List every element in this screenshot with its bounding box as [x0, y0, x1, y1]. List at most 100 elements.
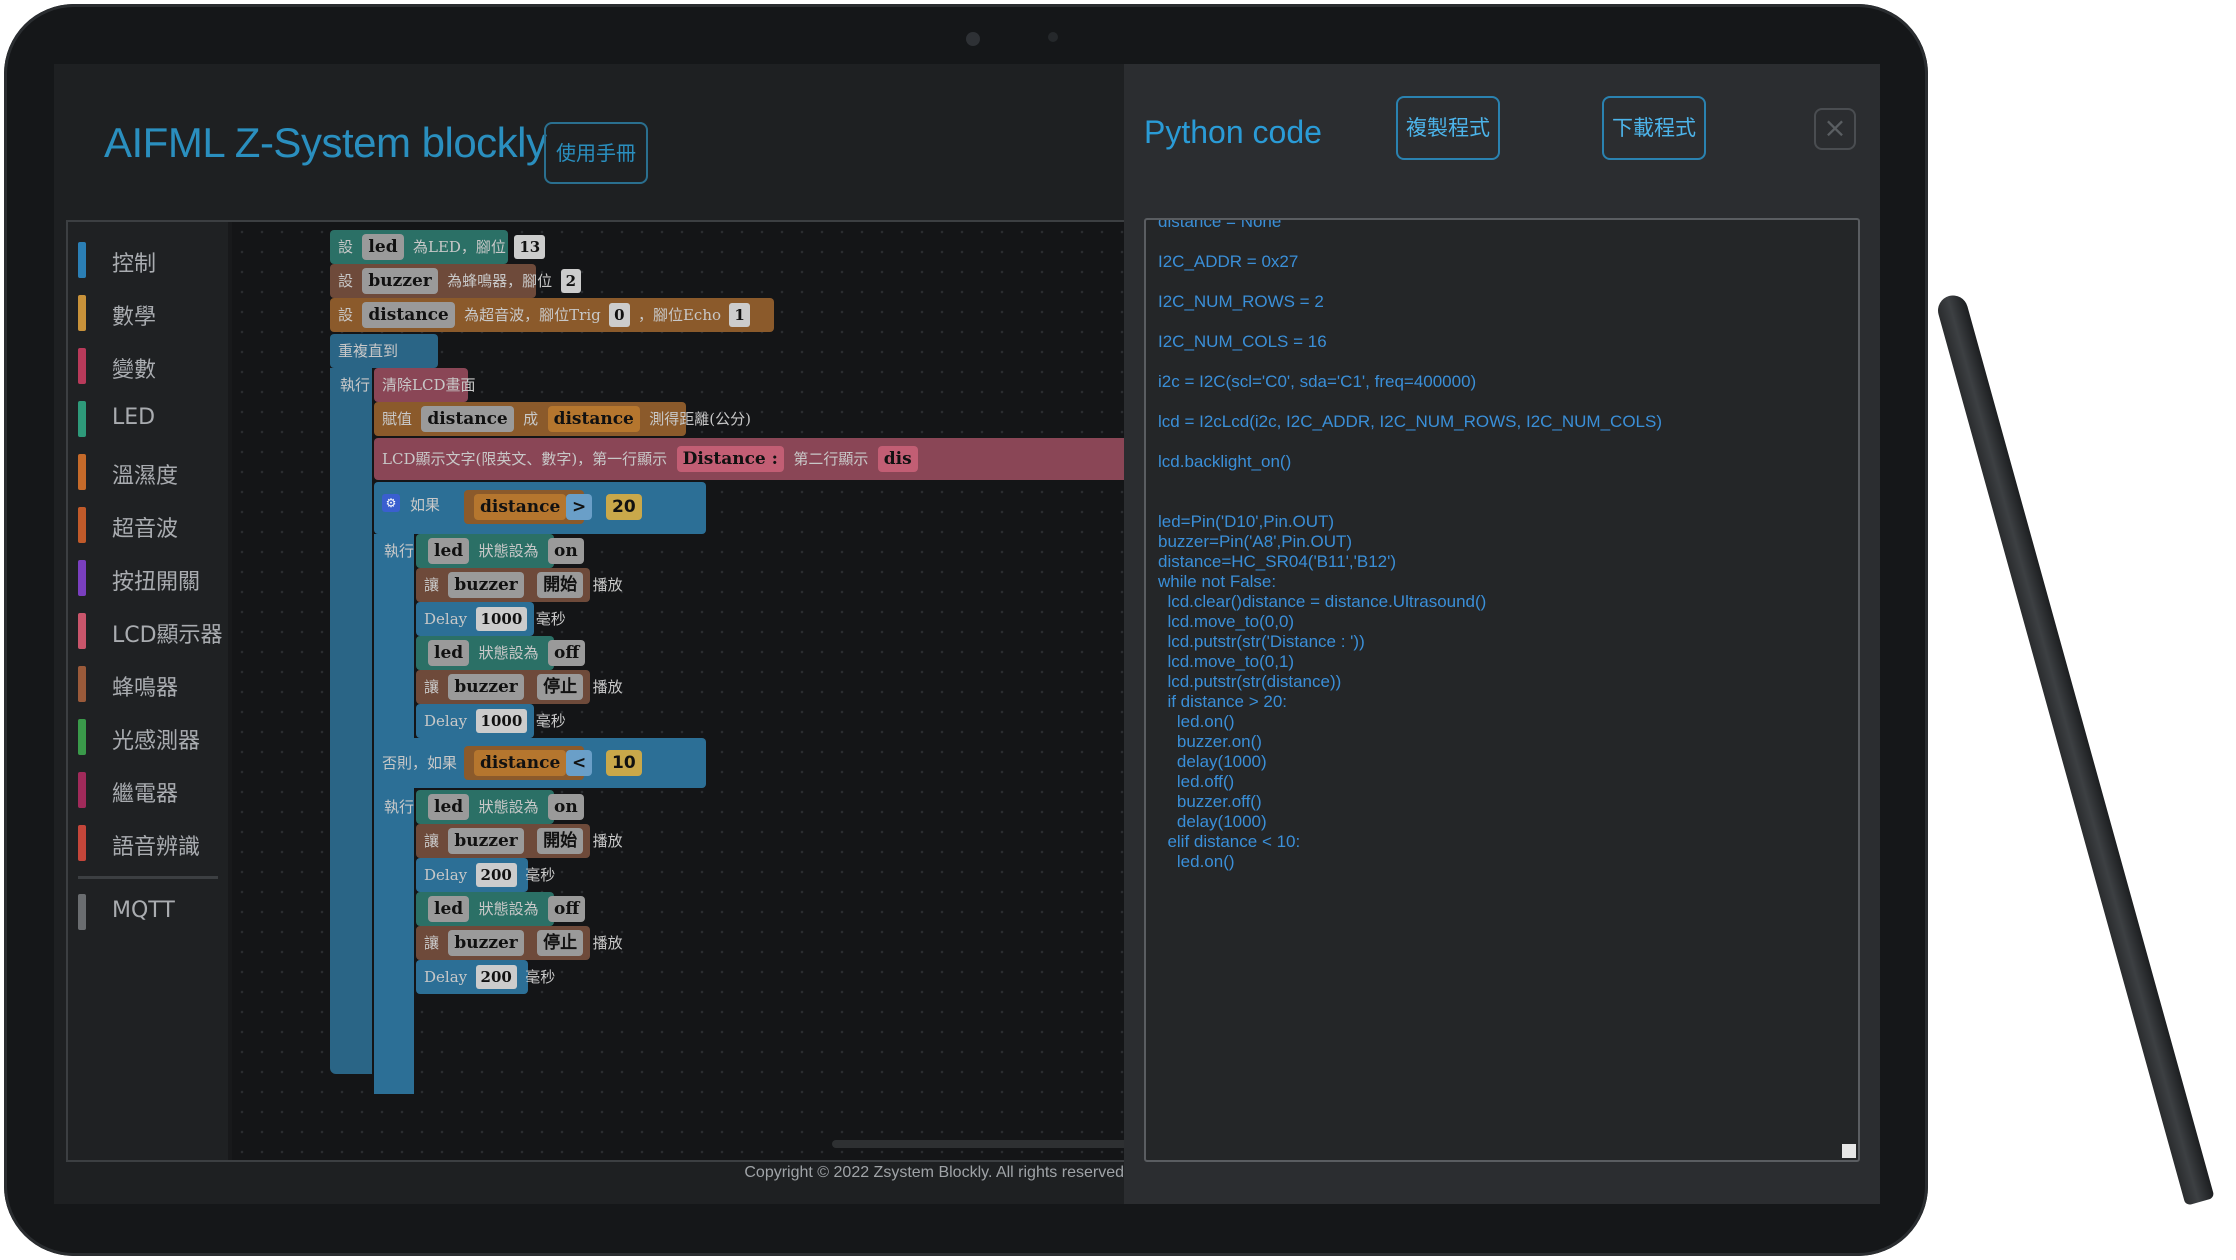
mode-dropdown[interactable]: 停止: [537, 674, 584, 700]
toolbox-category[interactable]: 按扭開關: [78, 560, 223, 596]
page-title: AIFML Z-System blockly: [104, 119, 547, 166]
toolbox-category[interactable]: LCD顯示器: [78, 613, 223, 649]
mode-dropdown[interactable]: 開始: [537, 828, 584, 854]
mode-dropdown[interactable]: 開始: [537, 572, 584, 598]
state-dropdown[interactable]: on: [548, 794, 584, 820]
var-dropdown[interactable]: distance: [474, 750, 567, 776]
led-on-block[interactable]: led 狀態設為 on: [416, 534, 584, 568]
var-dropdown[interactable]: buzzer: [448, 828, 524, 854]
delay-block[interactable]: Delay 200 毫秒: [416, 960, 555, 994]
toolbox-category[interactable]: 數學: [78, 295, 223, 331]
assign-block[interactable]: 賦值 distance 成 distance 測得距離(公分): [374, 402, 751, 436]
code-line: buzzer.off(): [1158, 792, 1262, 811]
led-on-block[interactable]: led 狀態設為 on: [416, 790, 584, 824]
toolbox-category[interactable]: 光感測器: [78, 719, 223, 755]
code-line: lcd.putstr(str('Distance : ')): [1158, 632, 1365, 651]
trig-dropdown[interactable]: 0: [609, 303, 630, 327]
category-color-bar: [78, 454, 86, 490]
state-dropdown[interactable]: off: [548, 896, 586, 922]
toolbox-category[interactable]: 繼電器: [78, 772, 223, 808]
var-dropdown[interactable]: distance: [547, 406, 640, 432]
download-code-button[interactable]: 下載程式: [1602, 96, 1706, 160]
delay-block[interactable]: Delay 200 毫秒: [416, 858, 555, 892]
pin-dropdown[interactable]: 13: [514, 235, 546, 259]
ms-input[interactable]: 200: [475, 965, 517, 989]
resize-handle-icon[interactable]: [1842, 1144, 1856, 1158]
text-input[interactable]: dis: [877, 446, 918, 472]
var-dropdown[interactable]: distance: [421, 406, 514, 432]
lcd-show-block[interactable]: LCD顯示文字(限英文、數字)，第一行顯示 Distance : 第二行顯示 d…: [374, 438, 1128, 480]
var-dropdown[interactable]: buzzer: [448, 930, 524, 956]
gear-icon[interactable]: ⚙: [382, 494, 400, 512]
toolbox-category[interactable]: 控制: [78, 242, 223, 278]
toolbox-category[interactable]: LED: [78, 401, 223, 437]
echo-dropdown[interactable]: 1: [729, 303, 750, 327]
code-line: led.off(): [1158, 772, 1235, 791]
delay-block[interactable]: Delay 1000 毫秒: [416, 602, 566, 636]
ms-input[interactable]: 1000: [475, 607, 528, 631]
var-dropdown[interactable]: led: [428, 896, 470, 922]
toolbox-divider: [78, 876, 218, 879]
panel-title: Python code: [1144, 114, 1322, 150]
delay-block[interactable]: Delay 1000 毫秒: [416, 704, 566, 738]
close-icon[interactable]: ×: [1814, 108, 1856, 150]
ms-input[interactable]: 200: [475, 863, 517, 887]
toolbox-category-mqtt[interactable]: MQTT: [78, 894, 223, 930]
code-textarea[interactable]: led.on() elif distance < 10: delay(1000)…: [1144, 218, 1860, 1162]
block-text: Delay: [424, 610, 468, 628]
pin-dropdown[interactable]: 2: [560, 269, 582, 293]
number-input[interactable]: 10: [606, 750, 642, 776]
mode-dropdown[interactable]: 停止: [537, 930, 584, 956]
sensor-icon: [1048, 32, 1058, 42]
set-buzzer-block[interactable]: 設 buzzer 為蜂鳴器，腳位 2: [330, 264, 582, 298]
set-distance-block[interactable]: 設 distance 為超音波，腳位Trig 0 ，腳位Echo 1: [330, 298, 774, 332]
code-line: i2c = I2C(scl='C0', sda='C1', freq=40000…: [1158, 372, 1477, 391]
set-led-block[interactable]: 設 led 為LED，腳位 13: [330, 230, 546, 264]
code-line: elif distance < 10:: [1158, 832, 1301, 851]
block-text: 設: [338, 238, 354, 256]
led-off-block[interactable]: led 狀態設為 off: [416, 636, 586, 670]
buzzer-stop-block[interactable]: 讓 buzzer 停止 播放: [416, 926, 623, 960]
manual-button[interactable]: 使用手冊: [544, 122, 648, 184]
exec-label: 執行: [384, 542, 415, 560]
category-label: 變數: [112, 358, 157, 383]
toolbox-category[interactable]: 蜂鳴器: [78, 666, 223, 702]
var-dropdown[interactable]: buzzer: [448, 674, 524, 700]
ms-input[interactable]: 1000: [475, 709, 528, 733]
led-off-block[interactable]: led 狀態設為 off: [416, 892, 586, 926]
code-line: lcd = I2cLcd(i2c, I2C_ADDR, I2C_NUM_ROWS…: [1158, 412, 1662, 431]
var-dropdown[interactable]: buzzer: [448, 572, 524, 598]
var-dropdown[interactable]: led: [428, 794, 470, 820]
buzzer-stop-block[interactable]: 讓 buzzer 停止 播放: [416, 670, 623, 704]
buzzer-start-block[interactable]: 讓 buzzer 開始 播放: [416, 824, 623, 858]
toolbox-category[interactable]: 語音辨識: [78, 825, 223, 861]
block-text: 毫秒: [525, 968, 556, 986]
code-line: if distance > 20:: [1158, 692, 1287, 711]
toolbox-category[interactable]: 變數: [78, 348, 223, 384]
code-line: while not False:: [1158, 572, 1277, 591]
operator-dropdown[interactable]: <: [566, 750, 593, 776]
text-input[interactable]: Distance :: [676, 446, 784, 472]
toolbox-category[interactable]: 超音波: [78, 507, 223, 543]
category-color-bar: [78, 666, 86, 702]
repeat-until-block[interactable]: 重複直到: [330, 334, 438, 368]
buzzer-start-block[interactable]: 讓 buzzer 開始 播放: [416, 568, 623, 602]
block-text: 為蜂鳴器，腳位: [447, 272, 553, 290]
block-canvas[interactable]: 設 led 為LED，腳位 13 設 buzzer 為蜂鳴器，腳位 2 設 di…: [232, 222, 1292, 1160]
state-dropdown[interactable]: off: [548, 640, 586, 666]
block-text: LCD顯示文字(限英文、數字)，第一行顯示: [382, 450, 668, 468]
var-dropdown[interactable]: distance: [474, 494, 567, 520]
code-line: lcd.move_to(0,1): [1158, 652, 1295, 671]
copy-code-button[interactable]: 複製程式: [1396, 96, 1500, 160]
operator-dropdown[interactable]: >: [566, 494, 593, 520]
state-dropdown[interactable]: on: [548, 538, 584, 564]
var-dropdown[interactable]: led: [428, 640, 470, 666]
var-dropdown[interactable]: buzzer: [362, 268, 438, 294]
toolbox-category[interactable]: 溫濕度: [78, 454, 223, 490]
code-line: buzzer.on(): [1158, 732, 1262, 751]
var-dropdown[interactable]: distance: [362, 302, 455, 328]
number-input[interactable]: 20: [606, 494, 642, 520]
var-dropdown[interactable]: led: [428, 538, 470, 564]
lcd-clear-block[interactable]: 清除LCD畫面: [374, 368, 475, 402]
var-dropdown[interactable]: led: [362, 234, 404, 260]
